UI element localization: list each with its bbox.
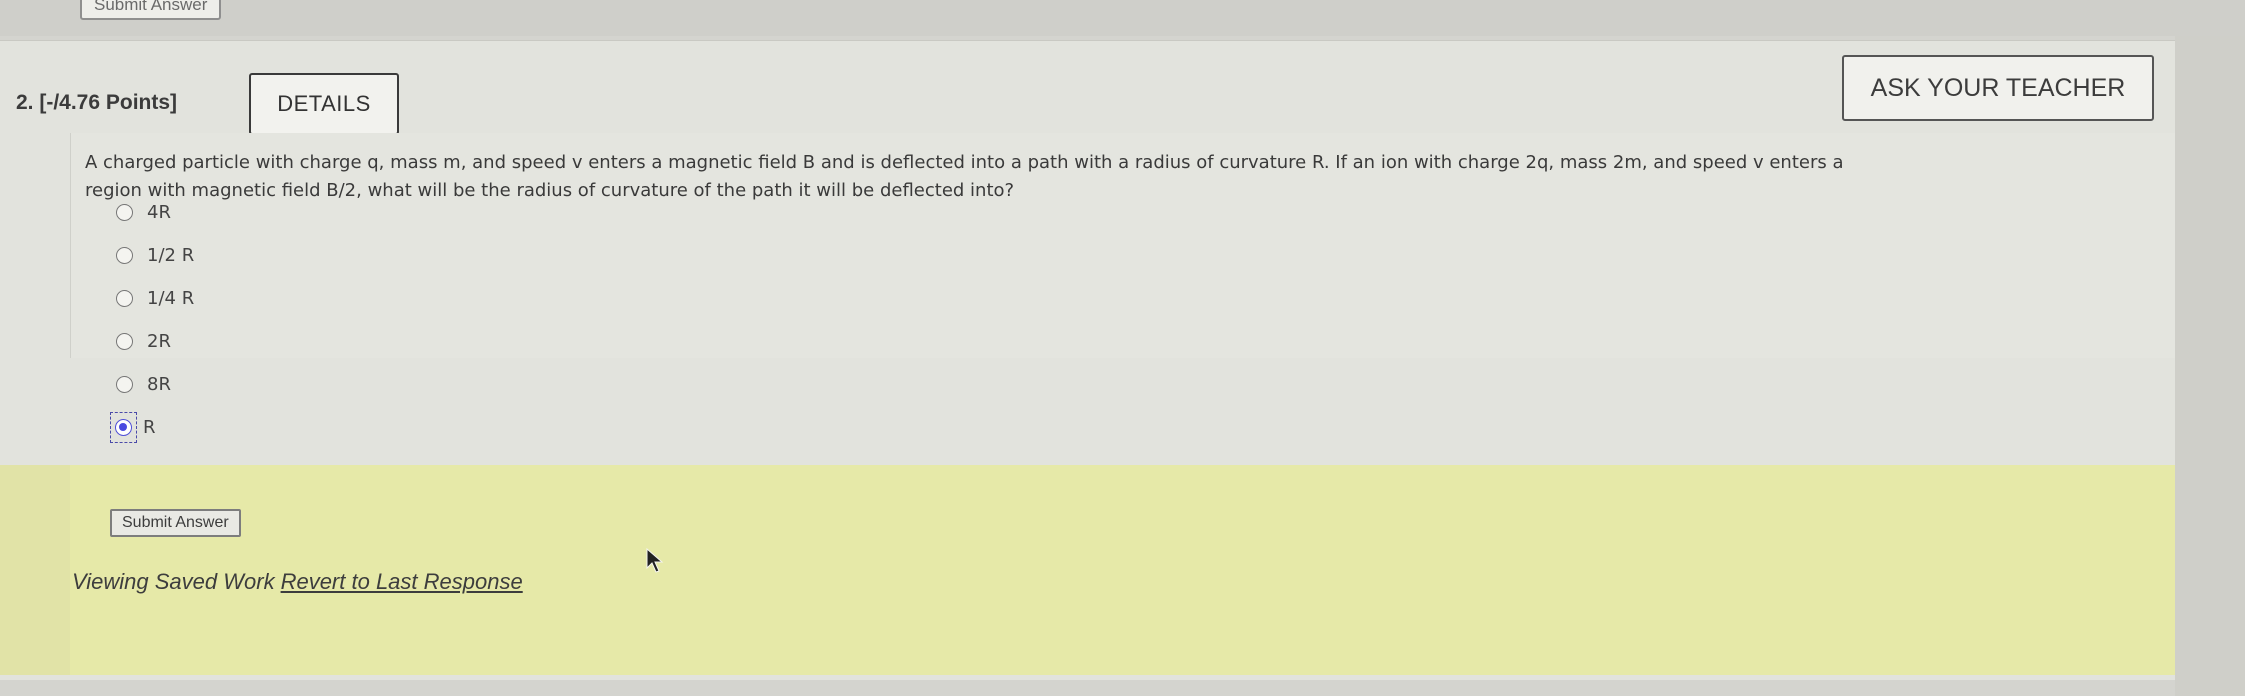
previous-submit-button[interactable]: Submit Answer	[80, 0, 222, 20]
question-text-line-1: A charged particle with charge q, mass m…	[85, 152, 1844, 173]
answer-area-left-strip	[0, 465, 70, 675]
question-body: A charged particle with charge q, mass m…	[70, 133, 2175, 443]
question-text-line-2: region with magnetic field B/2, what wil…	[85, 180, 1015, 201]
option-r[interactable]: R	[110, 411, 194, 443]
question-header: 2. [-/4.76 Points] DETAILS ASK YOUR TEAC…	[0, 41, 2175, 135]
radio-button[interactable]	[116, 246, 133, 264]
option-label: 4R	[147, 201, 171, 223]
ask-your-teacher-button[interactable]: ASK YOUR TEACHER	[1842, 55, 2154, 121]
option-1-4r[interactable]: 1/4 R	[116, 283, 194, 313]
answer-options: 4R 1/2 R 1/4 R 2R 8R R	[110, 197, 194, 455]
viewing-saved-text: Viewing Saved Work	[72, 569, 275, 594]
answer-area: Submit Answer Viewing Saved Work Revert t…	[70, 465, 2175, 675]
radio-button[interactable]	[116, 375, 133, 393]
question-number-points: 2. [-/4.76 Points]	[16, 91, 178, 114]
option-label: R	[143, 416, 156, 438]
option-label: 1/2 R	[147, 244, 195, 266]
saved-work-status: Viewing Saved Work Revert to Last Respons…	[72, 569, 523, 595]
radio-button[interactable]	[116, 289, 133, 307]
option-label: 2R	[147, 330, 171, 352]
radio-button-selected[interactable]	[115, 418, 132, 436]
submit-answer-button[interactable]: Submit Answer	[110, 509, 241, 537]
option-8r[interactable]: 8R	[116, 369, 194, 399]
option-1-2r[interactable]: 1/2 R	[116, 240, 194, 270]
previous-question-strip: Submit Answer	[0, 0, 2245, 36]
option-4r[interactable]: 4R	[116, 197, 194, 227]
question-text: A charged particle with charge q, mass m…	[85, 149, 2145, 205]
page: Submit Answer 2. [-/4.76 Points] DETAILS…	[0, 0, 2245, 696]
option-2r[interactable]: 2R	[116, 326, 194, 356]
right-margin	[2175, 36, 2245, 696]
mouse-cursor-icon	[646, 548, 664, 573]
radio-button[interactable]	[116, 203, 133, 221]
revert-link[interactable]: Revert to Last Response	[281, 569, 523, 594]
option-label: 8R	[147, 373, 171, 395]
radio-button[interactable]	[116, 332, 133, 350]
focus-ring	[110, 411, 137, 443]
option-label: 1/4 R	[147, 287, 195, 309]
details-button[interactable]: DETAILS	[249, 73, 399, 135]
